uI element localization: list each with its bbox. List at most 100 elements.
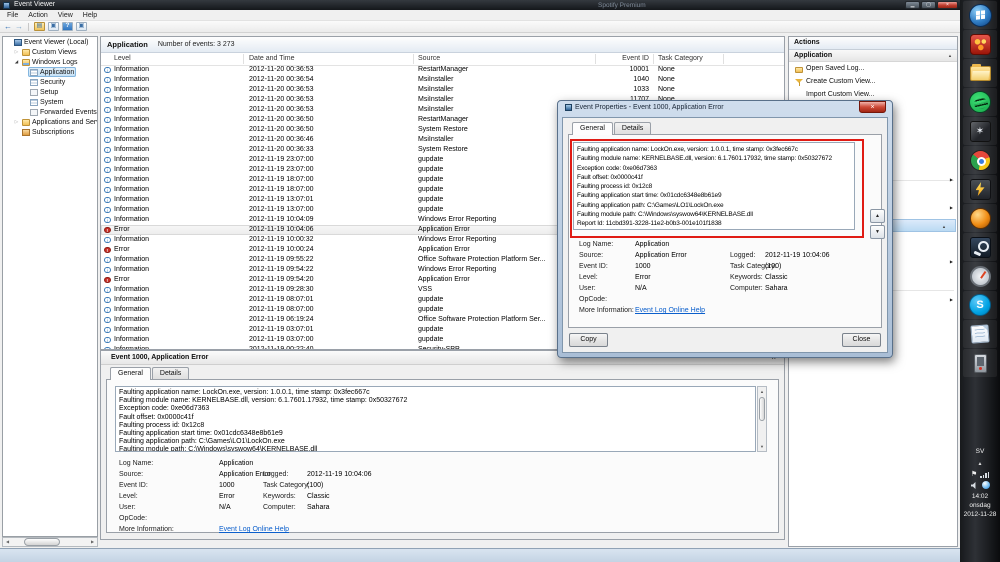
winamp-icon[interactable] bbox=[963, 175, 997, 203]
scrollbar-thumb[interactable] bbox=[759, 397, 765, 421]
tree-item-applications-and-services-lo[interactable]: ▷ Applications and Services Lo bbox=[3, 117, 97, 127]
copy-button[interactable]: Copy bbox=[569, 333, 608, 347]
console-tree-pane: Event Viewer (Local) ▷ Custom Views ◢ Window… bbox=[2, 36, 98, 537]
column-header-event-id[interactable]: Event ID bbox=[601, 55, 649, 62]
game-crystal-icon[interactable]: ✶ bbox=[963, 117, 997, 145]
expanded-expander-icon: ◢ bbox=[14, 59, 19, 64]
tree-item-subscriptions[interactable]: Subscriptions bbox=[3, 127, 97, 137]
previous-event-button[interactable]: ▲ bbox=[870, 209, 885, 223]
tree-item-setup[interactable]: Setup bbox=[3, 87, 97, 97]
tab-details[interactable]: Details bbox=[613, 122, 652, 134]
event-row[interactable]: i Information 2012-11-20 00:36:53 MsiInstal… bbox=[101, 85, 784, 95]
close-button[interactable]: Close bbox=[842, 333, 881, 347]
event-description-line: Fault offset: 0x0000c41f bbox=[119, 413, 194, 421]
menu-view[interactable]: View bbox=[53, 12, 78, 19]
tree-item-windows-logs[interactable]: ◢ Windows Logs bbox=[3, 57, 97, 67]
start-button[interactable] bbox=[963, 1, 997, 29]
notes-app-icon[interactable] bbox=[963, 320, 997, 348]
tree-item-application[interactable]: Application bbox=[3, 67, 97, 77]
column-separator[interactable] bbox=[653, 54, 654, 64]
next-event-button[interactable]: ▼ bbox=[870, 225, 885, 239]
gauge-app-icon[interactable] bbox=[963, 262, 997, 290]
tab-general[interactable]: General bbox=[572, 122, 613, 135]
menu-action[interactable]: Action bbox=[23, 12, 52, 19]
event-description-box[interactable]: Faulting application name: LockOn.exe, v… bbox=[115, 386, 756, 452]
scrollbar-track[interactable] bbox=[12, 538, 88, 546]
show-hidden-icons-icon[interactable]: ▲ bbox=[978, 461, 983, 467]
collapse-icon[interactable]: ▲ bbox=[948, 53, 952, 58]
tree-item-system[interactable]: System bbox=[3, 97, 97, 107]
phone-app-icon[interactable] bbox=[963, 349, 997, 377]
network-icon[interactable] bbox=[980, 471, 990, 478]
cell-source: MsiInstaller bbox=[418, 76, 454, 83]
scrollbar-thumb[interactable] bbox=[24, 538, 60, 546]
scroll-down-icon[interactable]: ▼ bbox=[758, 442, 766, 451]
collapse-icon[interactable]: ▲ bbox=[942, 224, 946, 229]
orange-app-icon[interactable] bbox=[963, 204, 997, 232]
dialog-titlebar[interactable]: Event Properties - Event 1000, Applicati… bbox=[558, 101, 892, 117]
actions-submenu-arrow[interactable]: ▶ bbox=[950, 205, 953, 210]
tab-general[interactable]: General bbox=[110, 367, 151, 380]
help-icon[interactable]: ? bbox=[62, 22, 73, 31]
column-header-level[interactable]: Level bbox=[114, 55, 131, 62]
language-indicator[interactable]: SV bbox=[960, 448, 1000, 455]
column-separator[interactable] bbox=[243, 54, 244, 64]
show-console-tree-icon[interactable]: ▣ bbox=[48, 22, 59, 31]
action-center-flag-icon[interactable]: ⚑ bbox=[971, 471, 977, 478]
show-action-pane-icon[interactable]: ▣ bbox=[76, 22, 87, 31]
clock-day[interactable]: onsdag bbox=[960, 501, 1000, 510]
event-description-line: Faulting module path: C:\Windows\syswow6… bbox=[119, 446, 318, 452]
event-row[interactable]: i Information 2012-11-20 00:36:53 RestartMa… bbox=[101, 65, 784, 75]
scroll-up-icon[interactable]: ▲ bbox=[758, 387, 766, 396]
column-separator[interactable] bbox=[723, 54, 724, 64]
steam-icon[interactable] bbox=[963, 233, 997, 261]
column-separator[interactable] bbox=[413, 54, 414, 64]
event-description-box[interactable]: Faulting application name: LockOn.exe, v… bbox=[573, 142, 855, 230]
menu-file[interactable]: File bbox=[2, 12, 23, 19]
tree-horizontal-scrollbar[interactable]: ◀ ▶ bbox=[2, 537, 98, 547]
dialog-close-button[interactable]: × bbox=[859, 101, 886, 113]
event-description-line: Report Id: 11cbd391-3228-11e2-b0b3-001e1… bbox=[577, 220, 722, 228]
spotify-icon[interactable] bbox=[963, 88, 997, 116]
description-scrollbar[interactable]: ▲ ▼ bbox=[757, 386, 767, 452]
close-button[interactable]: × bbox=[937, 1, 958, 9]
menu-help[interactable]: Help bbox=[78, 12, 102, 19]
tree-item-custom-views[interactable]: ▷ Custom Views bbox=[3, 47, 97, 57]
skype-icon[interactable]: S bbox=[963, 291, 997, 319]
column-header-source[interactable]: Source bbox=[418, 55, 440, 62]
field-value: Error bbox=[635, 274, 651, 281]
event-row[interactable]: i Information 2012-11-20 00:36:54 MsiInstal… bbox=[101, 75, 784, 85]
export-icon[interactable]: ▤ bbox=[34, 22, 45, 31]
forward-icon[interactable]: → bbox=[15, 22, 23, 31]
chrome-icon[interactable] bbox=[963, 146, 997, 174]
event-log-online-help-link[interactable]: Event Log Online Help bbox=[635, 307, 705, 314]
clock-time[interactable]: 14:02 bbox=[960, 492, 1000, 501]
column-header-date-and-time[interactable]: Date and Time bbox=[249, 55, 295, 62]
back-icon[interactable]: ← bbox=[4, 22, 12, 31]
tree-item-security[interactable]: Security bbox=[3, 77, 97, 87]
clock-date[interactable]: 2012-11-28 bbox=[960, 510, 1000, 519]
scroll-left-icon[interactable]: ◀ bbox=[3, 538, 12, 546]
tree-item-forwarded-events[interactable]: Forwarded Events bbox=[3, 107, 97, 117]
weather-tray-icon[interactable] bbox=[981, 481, 990, 489]
cell-source: RestartManager bbox=[418, 116, 469, 123]
maximize-button[interactable]: ▢ bbox=[921, 1, 936, 9]
scroll-right-icon[interactable]: ▶ bbox=[88, 538, 97, 546]
column-header-task-category[interactable]: Task Category bbox=[658, 55, 703, 62]
actions-submenu-arrow[interactable]: ▶ bbox=[950, 297, 953, 302]
windows-explorer-icon[interactable] bbox=[963, 59, 997, 87]
volume-icon[interactable] bbox=[970, 482, 976, 489]
tab-details[interactable]: Details bbox=[151, 367, 190, 379]
column-separator[interactable] bbox=[595, 54, 596, 64]
actions-submenu-arrow[interactable]: ▶ bbox=[950, 259, 953, 264]
action-open-saved-log[interactable]: Open Saved Log... bbox=[789, 62, 957, 75]
actions-section-application[interactable]: Application ▲ bbox=[789, 50, 957, 62]
event-log-online-help-link[interactable]: Event Log Online Help bbox=[219, 526, 289, 533]
actions-submenu-arrow[interactable]: ▶ bbox=[950, 177, 953, 182]
action-create-custom-view[interactable]: Create Custom View... bbox=[789, 75, 957, 88]
minimize-button[interactable]: ▁ bbox=[905, 1, 920, 9]
tree-item-label: Event Viewer (Local) bbox=[24, 38, 89, 46]
red-app-icon[interactable] bbox=[963, 30, 997, 58]
information-level-icon: i bbox=[104, 166, 111, 173]
tree-item-event-viewer-local[interactable]: Event Viewer (Local) bbox=[3, 37, 97, 47]
